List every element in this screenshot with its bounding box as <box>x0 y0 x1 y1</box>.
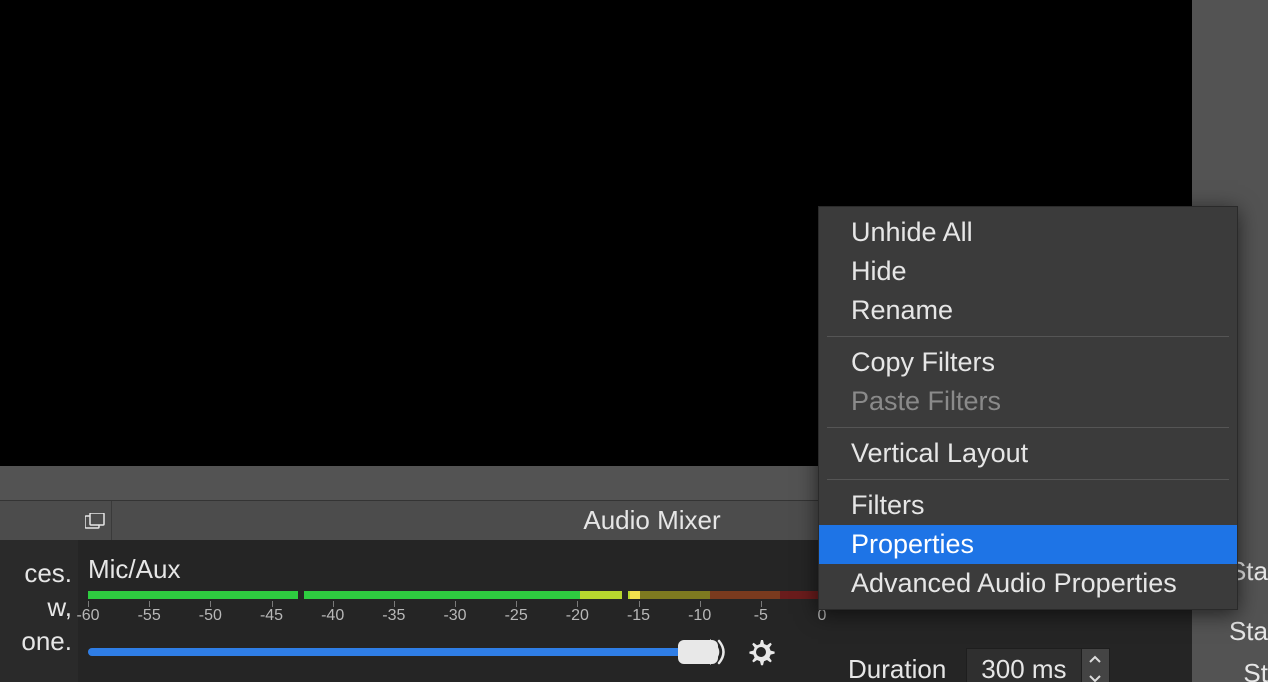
tick-label: -35 <box>382 607 405 625</box>
menu-item-advanced-audio-properties[interactable]: Advanced Audio Properties <box>819 564 1237 603</box>
tick-label: -5 <box>754 607 768 625</box>
spin-down-button[interactable] <box>1082 669 1109 682</box>
tick-label: -40 <box>321 607 344 625</box>
text-fragment: ces. <box>24 558 72 589</box>
right-button-stub-2[interactable]: Sta <box>1229 616 1268 647</box>
menu-item-vertical-layout[interactable]: Vertical Layout <box>819 434 1237 473</box>
tick-label: -55 <box>138 607 161 625</box>
menu-item-hide[interactable]: Hide <box>819 252 1237 291</box>
tick-label: -15 <box>627 607 650 625</box>
meter-scale: -60-55-50-45-40-35-30-25-20-15-10-50 <box>88 599 822 627</box>
left-header-stub <box>0 500 78 540</box>
menu-item-filters[interactable]: Filters <box>819 486 1237 525</box>
tick-label: -60 <box>76 607 99 625</box>
menu-item-unhide-all[interactable]: Unhide All <box>819 213 1237 252</box>
menu-item-paste-filters: Paste Filters <box>819 382 1237 421</box>
settings-button[interactable] <box>740 631 782 673</box>
menu-separator <box>827 336 1229 337</box>
menu-item-rename[interactable]: Rename <box>819 291 1237 330</box>
level-meter <box>88 591 822 599</box>
spin-up-button[interactable] <box>1082 649 1109 669</box>
dock-undock-button[interactable] <box>78 501 112 540</box>
menu-separator <box>827 427 1229 428</box>
volume-slider[interactable] <box>88 648 682 656</box>
channel-name: Mic/Aux <box>88 554 180 585</box>
tick-label: -50 <box>199 607 222 625</box>
tick-label: -45 <box>260 607 283 625</box>
tick-label: -30 <box>443 607 466 625</box>
chevron-up-icon <box>1089 655 1101 663</box>
menu-separator <box>827 479 1229 480</box>
duration-label: Duration <box>848 654 946 682</box>
left-panel-fragment: ces. w, one. <box>0 540 78 682</box>
context-menu: Unhide AllHideRename Copy FiltersPaste Fi… <box>818 206 1238 610</box>
tick-label: -10 <box>688 607 711 625</box>
menu-item-properties[interactable]: Properties <box>819 525 1237 564</box>
duration-spinbox[interactable]: 300 ms <box>966 648 1109 682</box>
text-fragment: w, <box>47 592 72 623</box>
duration-value: 300 ms <box>967 654 1080 682</box>
tick-label: -25 <box>505 607 528 625</box>
gear-icon <box>745 636 777 668</box>
text-fragment: one. <box>21 626 72 657</box>
duration-control: Duration 300 ms <box>848 648 1208 682</box>
menu-item-copy-filters[interactable]: Copy Filters <box>819 343 1237 382</box>
right-button-stub-3[interactable]: St <box>1243 658 1268 682</box>
dock-icon <box>85 513 105 529</box>
volume-thumb[interactable] <box>678 640 718 664</box>
chevron-down-icon <box>1089 675 1101 682</box>
tick-label: -20 <box>566 607 589 625</box>
